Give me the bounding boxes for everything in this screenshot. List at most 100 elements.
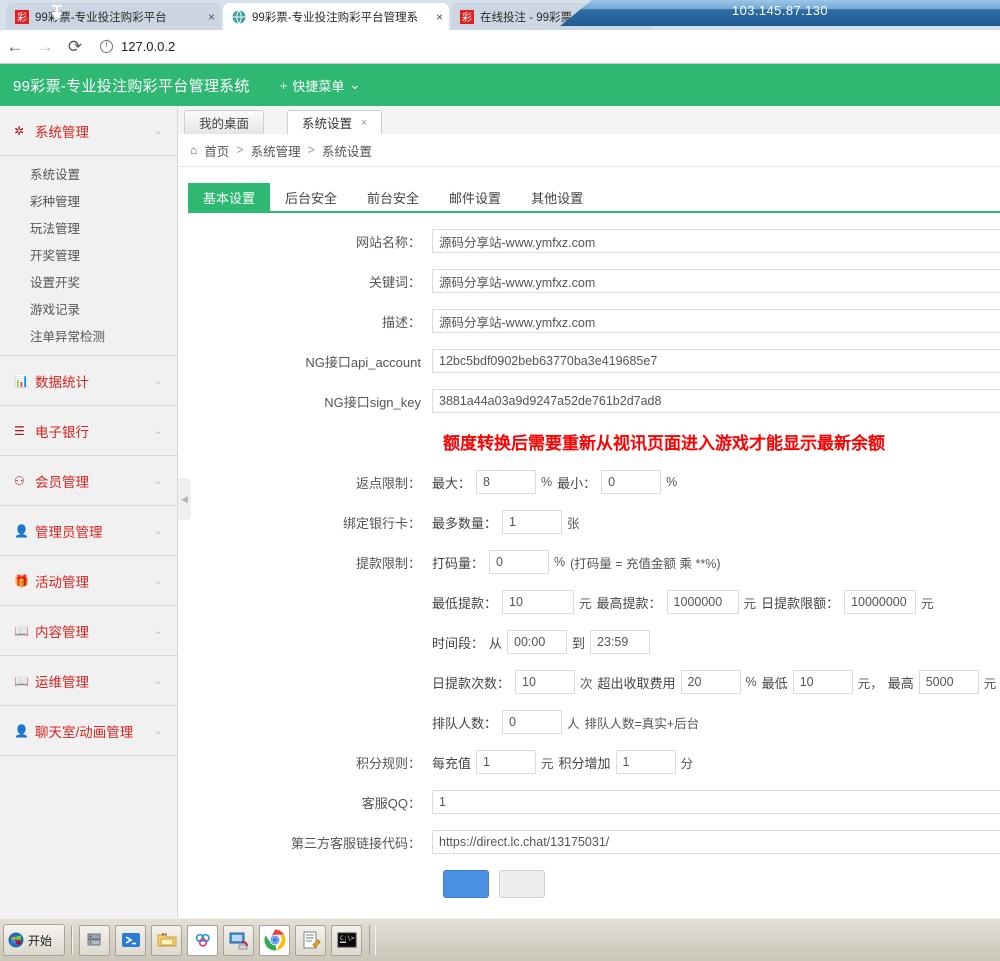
tab-other-settings[interactable]: 其他设置 bbox=[516, 183, 598, 211]
max-withdraw-label: 最高提款： bbox=[596, 595, 662, 611]
sidebar-subitem-system-settings[interactable]: 系统设置 bbox=[0, 160, 177, 187]
chrome-icon[interactable] bbox=[259, 924, 290, 956]
keywords-label: 关键词： bbox=[368, 274, 421, 290]
tab-my-desktop[interactable]: 我的桌面 bbox=[184, 110, 265, 134]
reload-icon[interactable]: ⟳ bbox=[60, 37, 90, 57]
rebate-limit-label: 返点限制： bbox=[355, 475, 421, 491]
reset-button[interactable] bbox=[499, 870, 545, 898]
sidebar-submenu-system-management: 系统设置 彩种管理 玩法管理 开奖管理 设置开奖 游戏记录 注单异常检测 bbox=[0, 156, 177, 356]
powershell-icon[interactable] bbox=[115, 924, 146, 956]
field-row-points-rule: 积分规则： 每充值 元 积分增加 分 bbox=[178, 750, 1000, 774]
time-from-input[interactable] bbox=[507, 630, 568, 654]
fee-max-input[interactable] bbox=[918, 670, 979, 694]
daily-withdraw-input[interactable] bbox=[844, 590, 917, 614]
lottery-favicon: 彩 bbox=[460, 9, 474, 24]
max-withdraw-input[interactable] bbox=[666, 590, 739, 614]
site-info-icon[interactable] bbox=[100, 39, 113, 53]
browser-tab-2-close-icon[interactable]: × bbox=[436, 10, 443, 24]
browser-tab-2[interactable]: 99彩票-专业投注购彩平台管理系 × bbox=[223, 3, 449, 30]
time-from-label: 从 bbox=[489, 635, 503, 651]
sidebar-item-content-management[interactable]: 📖 内容管理 ⌄ bbox=[0, 606, 177, 656]
gear-icon: ✲ bbox=[14, 123, 25, 138]
queue-count-note: 排队人数=真实+后台 bbox=[584, 716, 700, 731]
points-add-input[interactable] bbox=[615, 750, 676, 774]
forward-icon[interactable]: → bbox=[30, 37, 60, 57]
server-manager-icon[interactable] bbox=[79, 924, 110, 956]
notepad-icon[interactable] bbox=[295, 924, 326, 956]
field-row-keywords: 关键词： bbox=[178, 269, 1000, 293]
home-icon: ⌂ bbox=[190, 143, 198, 157]
bet-amount-input[interactable] bbox=[489, 550, 550, 574]
address-bar[interactable]: 127.0.0.2 bbox=[100, 39, 175, 54]
sidebar-subitem-set-draw[interactable]: 设置开奖 bbox=[0, 268, 177, 295]
sidebar-subitem-lottery-types[interactable]: 彩种管理 bbox=[0, 187, 177, 214]
service-qq-input[interactable] bbox=[432, 790, 1000, 814]
field-row-site-name: 网站名称： bbox=[178, 229, 1000, 253]
sidebar-subitem-bet-anomaly-detection[interactable]: 注单异常检测 bbox=[0, 322, 177, 349]
sidebar-item-admin-management[interactable]: 👤 管理员管理 ⌄ bbox=[0, 506, 177, 556]
sign-key-input[interactable] bbox=[432, 389, 1000, 413]
min-withdraw-input[interactable] bbox=[502, 590, 575, 614]
browser-tab-1-close-icon[interactable]: × bbox=[208, 10, 215, 24]
queue-count-input[interactable] bbox=[502, 710, 563, 734]
chevron-down-icon: ⌄ bbox=[153, 625, 163, 637]
site-name-input[interactable] bbox=[432, 229, 1000, 253]
excess-fee-label: 超出收取费用 bbox=[597, 675, 676, 691]
description-input[interactable] bbox=[432, 309, 1000, 333]
breadcrumb-item-system-management[interactable]: 系统管理 bbox=[251, 141, 301, 160]
sidebar-subitem-draw-management[interactable]: 开奖管理 bbox=[0, 241, 177, 268]
explorer-icon[interactable] bbox=[151, 924, 182, 956]
screen-root: 彩 99彩票-专业投注购彩平台 × 99彩票-专业投注购彩平台管理系 × 彩 在… bbox=[0, 0, 1000, 961]
tab-system-settings-label: 系统设置 bbox=[302, 117, 353, 131]
sidebar-item-chatroom-animation-management[interactable]: 👤 聊天室/动画管理 ⌄ bbox=[0, 706, 177, 756]
api-account-label: NG接口api_account bbox=[305, 354, 421, 370]
sidebar-subitem-game-records[interactable]: 游戏记录 bbox=[0, 295, 177, 322]
sidebar-item-operations-management[interactable]: 📖 运维管理 ⌄ bbox=[0, 656, 177, 706]
rebate-min-input[interactable] bbox=[601, 470, 662, 494]
form-button-row bbox=[443, 870, 1000, 898]
start-button[interactable]: 开始 bbox=[3, 924, 65, 956]
sidebar-item-activity-management[interactable]: 🎁 活动管理 ⌄ bbox=[0, 556, 177, 606]
rebate-max-input[interactable] bbox=[476, 470, 537, 494]
tab-backend-security[interactable]: 后台安全 bbox=[270, 183, 352, 211]
sidebar-item-data-statistics[interactable]: 📊 数据统计 ⌄ bbox=[0, 356, 177, 406]
remote-desktop-connection-bar[interactable]: 103.145.87.130 bbox=[560, 0, 1000, 26]
taskbar-grip[interactable] bbox=[369, 925, 376, 955]
tab-frontend-security[interactable]: 前台安全 bbox=[352, 183, 434, 211]
remote-desktop-ip-label: 103.145.87.130 bbox=[732, 3, 828, 18]
api-account-input[interactable] bbox=[432, 349, 1000, 373]
back-icon[interactable]: ← bbox=[0, 37, 30, 57]
bankcard-count-input[interactable] bbox=[502, 510, 563, 534]
tab-basic-settings[interactable]: 基本设置 bbox=[188, 183, 271, 211]
sidebar-item-label: 内容管理 bbox=[35, 624, 89, 640]
fee-min-input[interactable] bbox=[792, 670, 853, 694]
field-row-queue-count: 排队人数： 人 排队人数=真实+后台 bbox=[178, 710, 1000, 734]
breadcrumb-item-home[interactable]: 首页 bbox=[204, 141, 229, 160]
daily-times-input[interactable] bbox=[515, 670, 576, 694]
tab-email-settings[interactable]: 邮件设置 bbox=[434, 183, 516, 211]
tab-system-settings[interactable]: 系统设置 × bbox=[287, 110, 383, 134]
sidebar-collapse-handle[interactable]: ◀ bbox=[178, 478, 191, 520]
sidebar-item-electronic-bank[interactable]: ☰ 电子银行 ⌄ bbox=[0, 406, 177, 456]
time-to-input[interactable] bbox=[590, 630, 651, 654]
points-recharge-input[interactable] bbox=[476, 750, 537, 774]
sidebar-item-system-management[interactable]: ✲ 系统管理 ⌄ bbox=[0, 106, 177, 156]
remote-desktop-icon[interactable] bbox=[223, 924, 254, 956]
cloud-icon[interactable] bbox=[187, 924, 218, 956]
sidebar-item-label: 会员管理 bbox=[35, 474, 89, 490]
pin-icon[interactable] bbox=[48, 4, 66, 22]
chevron-down-icon: ⌄ bbox=[153, 525, 163, 537]
submit-button[interactable] bbox=[443, 870, 489, 898]
sidebar-item-member-management[interactable]: ⚇ 会员管理 ⌄ bbox=[0, 456, 177, 506]
tab-close-icon[interactable]: × bbox=[361, 117, 367, 129]
keywords-input[interactable] bbox=[432, 269, 1000, 293]
quick-menu-button[interactable]: + 快捷菜单 ⌄ bbox=[280, 76, 361, 95]
chat-link-input[interactable] bbox=[432, 830, 1000, 854]
sign-key-label: NG接口sign_key bbox=[324, 394, 421, 410]
browser-tab-1[interactable]: 彩 99彩票-专业投注购彩平台 × bbox=[6, 3, 221, 30]
svg-text:彩: 彩 bbox=[462, 12, 472, 24]
command-prompt-icon[interactable]: C:\> bbox=[331, 924, 362, 956]
daily-times-unit: 次 bbox=[580, 676, 593, 691]
excess-fee-input[interactable] bbox=[680, 670, 741, 694]
sidebar-subitem-play-methods[interactable]: 玩法管理 bbox=[0, 214, 177, 241]
